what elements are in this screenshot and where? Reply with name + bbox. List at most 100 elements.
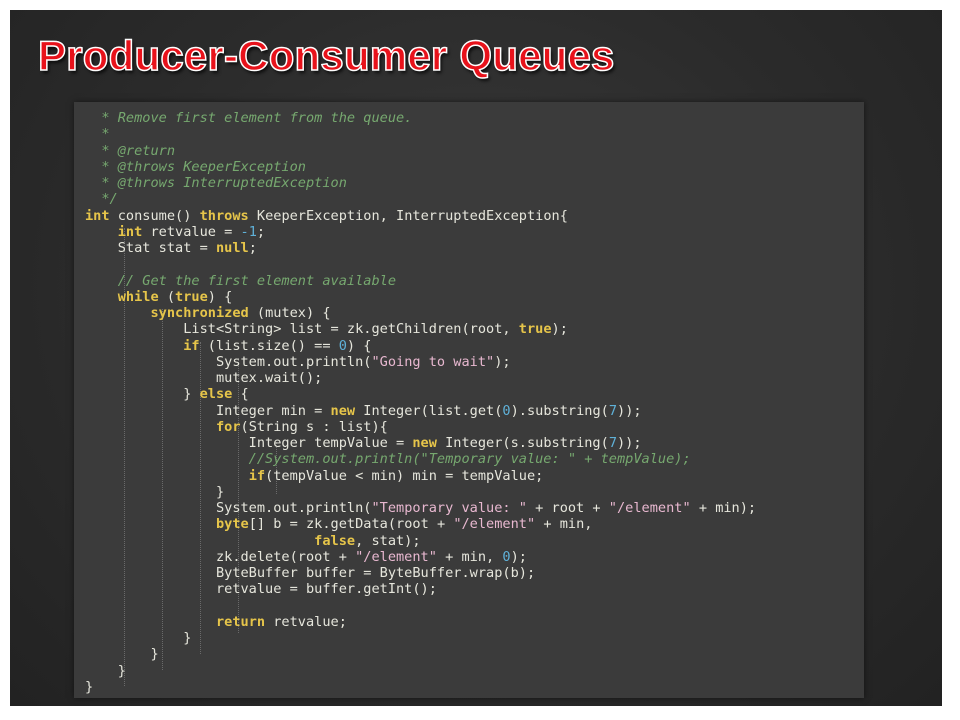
- code-token: Stat stat =: [85, 240, 216, 256]
- code-token: else: [199, 386, 233, 403]
- code-token: ;: [256, 223, 266, 240]
- code-token: * @throws InterruptedException: [85, 175, 347, 191]
- code-token: byte: [215, 516, 249, 533]
- code-token: "Temporary value: ": [371, 500, 527, 516]
- code-line: }: [85, 646, 756, 662]
- code-line: } else {: [85, 386, 756, 402]
- code-line: while (true) {: [85, 289, 756, 305]
- code-line: int retvalue = -1;: [85, 224, 756, 240]
- code-token: }: [85, 386, 200, 403]
- code-token: * @throws KeeperException: [85, 158, 306, 175]
- code-token: return: [215, 613, 266, 630]
- code-token: -1: [240, 223, 257, 240]
- code-line: }: [85, 679, 756, 695]
- code-token: *: [85, 126, 110, 143]
- code-block: * Remove first element from the queue. *…: [85, 110, 756, 695]
- code-line: byte[] b = zk.getData(root + "/element" …: [85, 516, 756, 532]
- code-token: synchronized: [150, 305, 249, 321]
- code-token: for: [215, 418, 241, 435]
- code-token: ));: [617, 402, 642, 419]
- code-token: throws: [199, 207, 249, 224]
- code-token: (String s : list){: [240, 418, 388, 435]
- code-token: true: [518, 321, 552, 338]
- code-line: mutex.wait();: [85, 370, 756, 386]
- code-token: retvalue = buffer.getInt();: [85, 581, 437, 598]
- code-token: */: [85, 191, 118, 208]
- code-line: */: [85, 191, 756, 207]
- code-line: Integer tempValue = new Integer(s.substr…: [85, 435, 756, 451]
- code-token: null: [215, 240, 249, 256]
- code-line: false, stat);: [85, 533, 756, 549]
- code-token: if: [183, 337, 200, 354]
- code-token: + min,: [436, 548, 503, 565]
- code-token: "Going to wait": [371, 353, 495, 370]
- code-token: + root +: [526, 500, 609, 516]
- code-token: int: [117, 223, 143, 240]
- code-token: Integer min =: [85, 402, 331, 419]
- code-line: synchronized (mutex) {: [85, 305, 756, 321]
- code-line: * @return: [85, 143, 756, 159]
- code-token: , stat);: [355, 532, 421, 549]
- code-line: zk.delete(root + "/element" + min, 0);: [85, 549, 756, 565]
- code-line: return retvalue;: [85, 614, 756, 630]
- code-line: }: [85, 484, 756, 500]
- slide: Producer-Consumer Queues * Remove first …: [10, 10, 942, 706]
- code-token: (: [158, 288, 176, 305]
- code-token: System.out.println(: [85, 353, 372, 370]
- code-token: ) {: [207, 288, 233, 305]
- code-token: true: [175, 288, 208, 305]
- code-token: consume(): [109, 207, 200, 224]
- code-token: }: [85, 678, 94, 695]
- code-token: );: [494, 353, 511, 370]
- code-token: 7: [608, 435, 617, 451]
- code-token: new: [330, 402, 356, 419]
- code-token: * @return: [85, 142, 176, 159]
- code-line: // Get the first element available: [85, 273, 756, 289]
- code-panel: * Remove first element from the queue. *…: [74, 102, 864, 698]
- code-token: mutex.wait();: [85, 370, 323, 386]
- code-token: }: [85, 630, 192, 646]
- code-line: if(tempValue < min) min = tempValue;: [85, 468, 756, 484]
- code-token: + min);: [690, 500, 757, 516]
- code-token: ) {: [346, 337, 372, 354]
- code-line: if (list.size() == 0) {: [85, 338, 756, 354]
- code-token: retvalue;: [265, 613, 347, 630]
- code-token: (list.size() ==: [199, 337, 339, 354]
- code-token: false: [314, 532, 356, 549]
- code-line: List<String> list = zk.getChildren(root,…: [85, 321, 756, 337]
- code-line: }: [85, 630, 756, 646]
- slide-title: Producer-Consumer Queues: [37, 31, 615, 80]
- code-token: 0: [502, 548, 511, 565]
- code-token: // Get the first element available: [85, 272, 396, 289]
- code-token: Integer tempValue =: [85, 435, 413, 451]
- code-token: );: [551, 321, 568, 338]
- code-token: KeeperException, InterruptedException{: [248, 207, 568, 224]
- code-token: );: [510, 548, 527, 565]
- code-token: ;: [248, 240, 257, 256]
- code-line: * @throws KeeperException: [85, 159, 756, 175]
- code-token: }: [85, 483, 225, 500]
- code-line: ByteBuffer buffer = ByteBuffer.wrap(b);: [85, 565, 756, 581]
- code-line: }: [85, 663, 756, 679]
- code-line: Stat stat = null;: [85, 240, 756, 256]
- code-token: if: [248, 467, 266, 484]
- code-token: //System.out.println("Temporary value: "…: [85, 451, 691, 468]
- code-token: 0: [502, 402, 511, 419]
- code-line: * @throws InterruptedException: [85, 175, 756, 191]
- code-line: System.out.println("Going to wait");: [85, 354, 756, 370]
- code-token: ).substring(: [510, 402, 609, 419]
- code-line: for(String s : list){: [85, 419, 756, 435]
- code-line: //System.out.println("Temporary value: "…: [85, 451, 756, 467]
- code-token: new: [412, 435, 437, 451]
- code-token: Integer(list.get(: [355, 402, 503, 419]
- code-token: }: [85, 646, 159, 663]
- code-token: retvalue =: [142, 223, 241, 240]
- code-token: System.out.println(: [85, 500, 372, 516]
- code-token: List<String> list = zk.getChildren(root,: [85, 321, 519, 338]
- code-token: "/element": [453, 516, 536, 533]
- code-token: int: [85, 207, 110, 224]
- code-token: [] b = zk.getData(root +: [248, 516, 454, 533]
